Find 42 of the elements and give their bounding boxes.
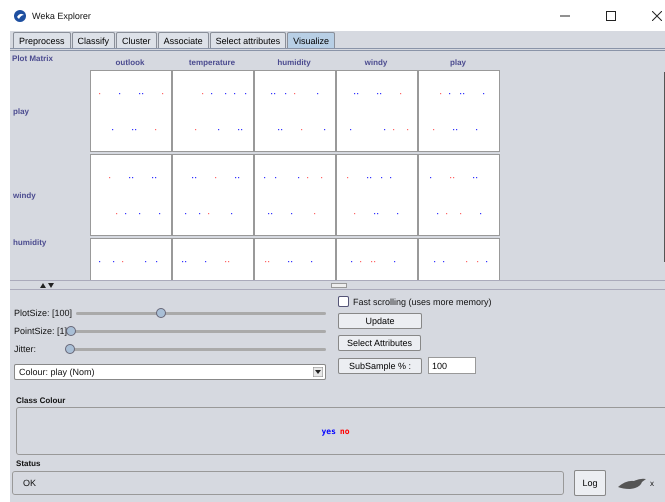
tab[interactable]: Associate — [158, 32, 209, 48]
column-label: humidity — [276, 57, 312, 68]
tab[interactable]: Cluster — [116, 32, 157, 48]
update-button[interactable]: Update — [338, 313, 422, 329]
slider-thumb[interactable] — [66, 326, 76, 336]
task-count: x — [650, 478, 654, 488]
column-label: outlook — [114, 57, 146, 68]
status-field: OK — [12, 471, 564, 495]
subsample-field[interactable]: 100 — [428, 357, 476, 374]
log-button[interactable]: Log — [574, 470, 606, 496]
slider-thumb[interactable] — [156, 308, 166, 318]
plot-matrix-title: Plot Matrix — [11, 54, 54, 65]
class-colour-title: Class Colour — [15, 395, 66, 407]
class-label: no — [340, 426, 350, 436]
collapse-arrows-icon[interactable] — [40, 282, 54, 288]
splitter-handle[interactable] — [331, 282, 347, 288]
slider-label: Jitter: — [14, 344, 38, 354]
tab[interactable]: Visualize — [287, 32, 335, 48]
tab[interactable]: Preprocess — [13, 32, 71, 48]
row-label: play — [12, 106, 30, 116]
status-title: Status — [15, 458, 42, 470]
column-label: temperature — [188, 57, 236, 68]
tab[interactable]: Select attributes — [210, 32, 286, 48]
dropdown-arrow-icon — [313, 367, 323, 377]
slider-label: PlotSize: [100] — [14, 308, 74, 318]
window-title: Weka Explorer — [32, 10, 91, 20]
column-label: windy — [364, 57, 388, 68]
select-attributes-button[interactable]: Select Attributes — [338, 335, 422, 351]
tab[interactable]: Classify — [72, 32, 116, 48]
bird-logo-icon — [14, 10, 26, 22]
subsample-button[interactable]: SubSample % : — [338, 358, 422, 374]
maximize-icon[interactable] — [606, 10, 616, 20]
slider-thumb[interactable] — [65, 344, 75, 354]
column-label: play — [448, 57, 467, 68]
checkbox-label: Fast scrolling (uses more memory) — [353, 296, 492, 306]
slider-label: PointSize: [1] — [14, 326, 68, 336]
row-label: windy — [12, 190, 36, 200]
close-icon[interactable] — [652, 10, 662, 20]
colour-dropdown[interactable]: Colour: play (Nom) — [14, 364, 326, 380]
checkbox[interactable] — [338, 296, 349, 307]
row-label: humidity — [12, 238, 46, 247]
class-label: yes — [321, 426, 336, 436]
